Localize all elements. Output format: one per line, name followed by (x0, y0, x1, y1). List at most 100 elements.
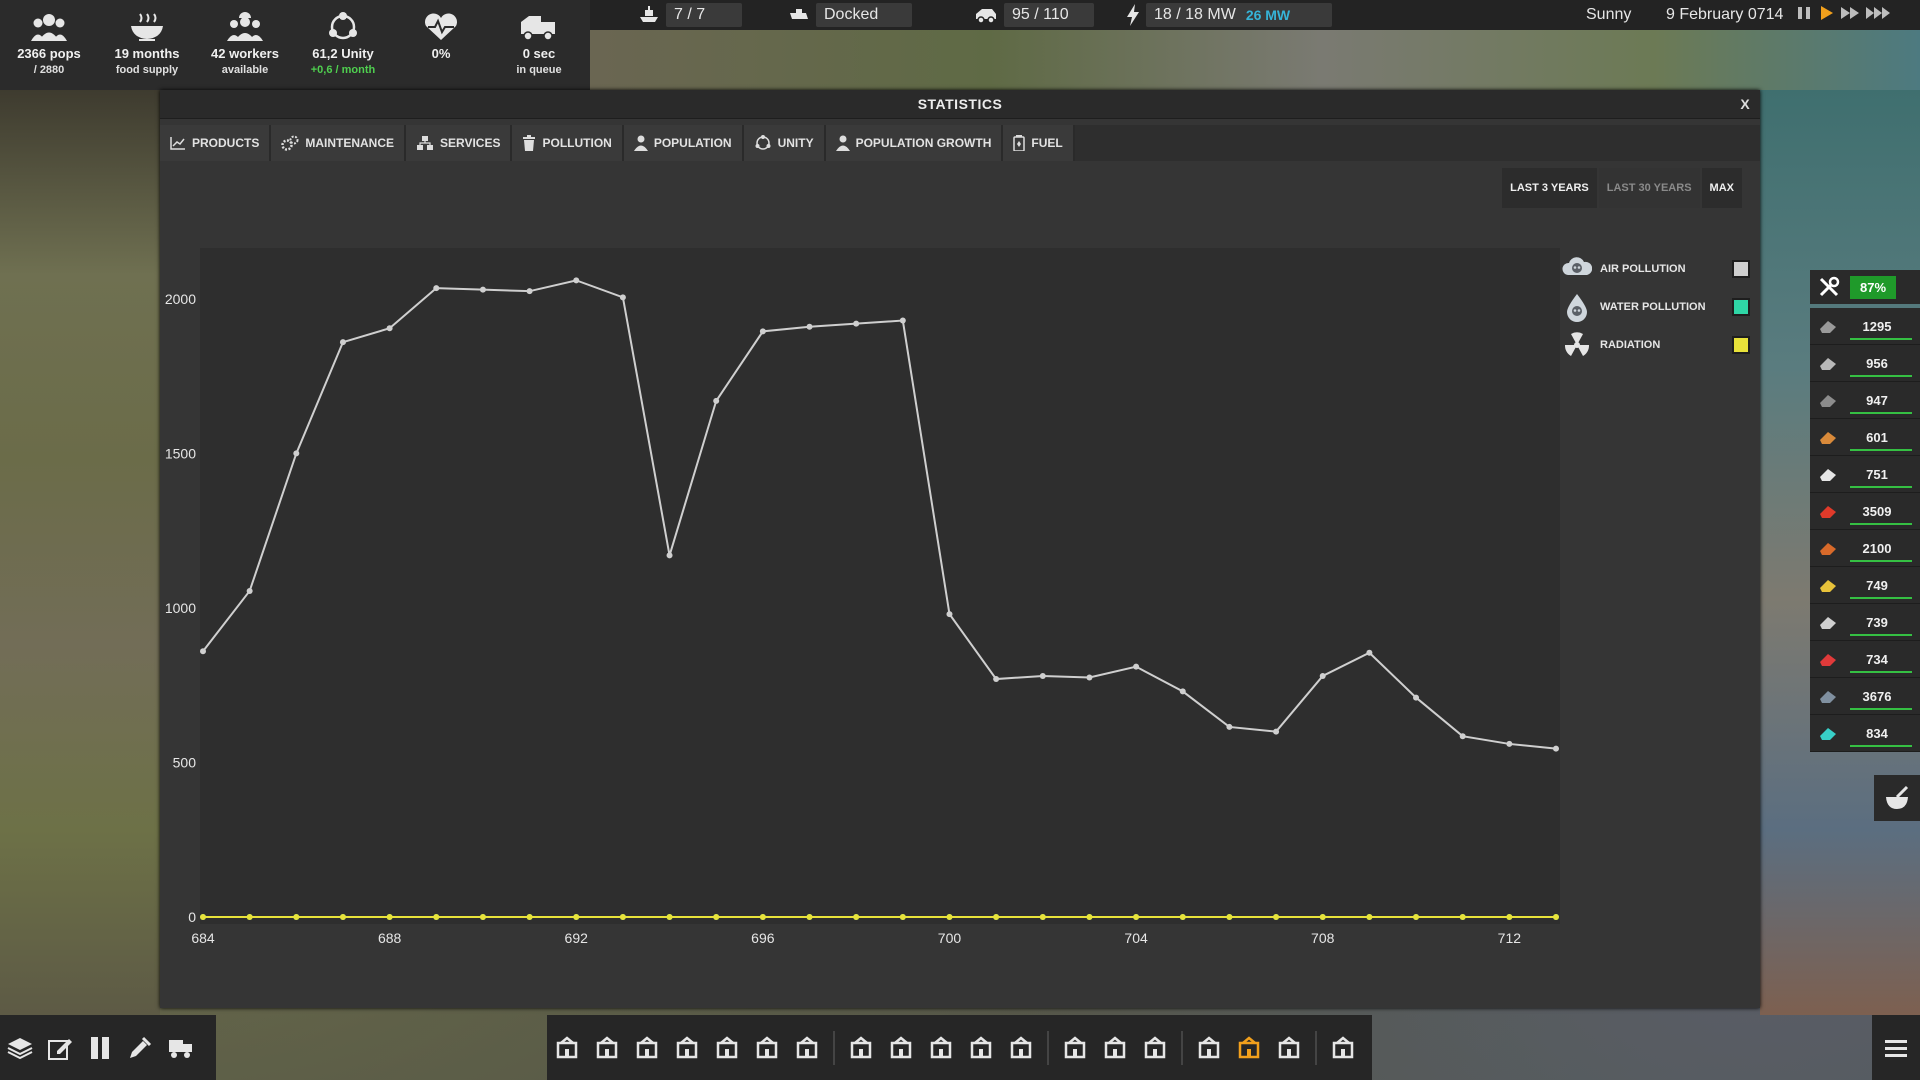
tab-services[interactable]: SERVICES (406, 125, 513, 161)
pause-icon[interactable] (82, 1028, 118, 1068)
resource-row[interactable]: 3509 (1810, 493, 1920, 530)
resource-level-bar (1850, 708, 1912, 710)
eyedropper-icon[interactable] (122, 1028, 158, 1068)
data-point (993, 676, 1000, 683)
resource-row[interactable]: 734 (1810, 641, 1920, 678)
pause-icon[interactable] (1796, 5, 1812, 26)
data-point (1273, 728, 1280, 735)
range-last-30-years-button[interactable]: LAST 30 YEARS (1598, 168, 1700, 208)
data-point (1039, 914, 1046, 920)
data-point (993, 914, 1000, 920)
rocket-icon[interactable] (1137, 1028, 1173, 1068)
toolbar-separator (833, 1030, 835, 1065)
resource-level-bar (1850, 449, 1912, 451)
factory2-icon[interactable] (923, 1028, 959, 1068)
date-indicator: 9 February 0714 (1666, 6, 1784, 23)
tower-icon[interactable] (549, 1028, 585, 1068)
ships-indicator[interactable]: 7 / 7 (638, 0, 742, 30)
dock-indicator[interactable]: Docked (788, 0, 912, 30)
resource-row[interactable]: 749 (1810, 567, 1920, 604)
fuel-icon[interactable] (749, 1028, 785, 1068)
tab-fuel[interactable]: FUEL (1003, 125, 1075, 161)
vehicles-indicator[interactable]: 95 / 110 (974, 0, 1094, 30)
x-tick-label: 684 (191, 930, 215, 946)
resource-row[interactable]: 834 (1810, 715, 1920, 752)
resource-row[interactable]: 2100 (1810, 530, 1920, 567)
toolbar-separator (1315, 1030, 1317, 1065)
layers-icon[interactable] (2, 1028, 38, 1068)
mail-icon[interactable] (1191, 1028, 1227, 1068)
data-point (479, 286, 486, 293)
tab-population[interactable]: POPULATION (623, 125, 744, 161)
resource-row[interactable]: 956 (1810, 345, 1920, 382)
stat-food[interactable]: 19 months food supply (98, 0, 196, 90)
transport-icon[interactable] (162, 1028, 198, 1068)
maintenance-indicator[interactable]: 87% (1810, 270, 1920, 304)
tab-maintenance[interactable]: MAINTENANCE (271, 125, 407, 161)
data-point (1039, 672, 1046, 679)
info-bar: 7 / 7 Docked 95 / 110 18 / 18 MW 26 MW S… (590, 0, 1920, 30)
data-point (1506, 740, 1513, 747)
data-point (386, 325, 393, 332)
play-icon[interactable] (1818, 5, 1834, 26)
resource-row[interactable]: 1295 (1810, 308, 1920, 345)
toolbar-separator (1047, 1030, 1049, 1065)
tab-pollution[interactable]: POLLUTION (512, 125, 624, 161)
resource-level-bar (1850, 671, 1912, 673)
storage-icon[interactable] (843, 1028, 879, 1068)
menu-icon[interactable] (1878, 1028, 1914, 1068)
legend-air-pollution[interactable]: AIR POLLUTION (1560, 250, 1750, 288)
settlement-icon[interactable] (1325, 1028, 1361, 1068)
stats-icon[interactable] (1231, 1028, 1267, 1068)
research-icon[interactable] (1271, 1028, 1307, 1068)
recycle-icon[interactable] (789, 1028, 825, 1068)
side-action-button[interactable] (1874, 775, 1920, 821)
stat-unity[interactable]: 61,2 Unity +0,6 / month (294, 0, 392, 90)
power-icon[interactable] (709, 1028, 745, 1068)
bottom-menu-segment (1872, 1015, 1920, 1080)
resource-row[interactable]: 739 (1810, 604, 1920, 641)
ship-icon[interactable] (1003, 1028, 1039, 1068)
data-point (759, 328, 766, 335)
power-indicator[interactable]: 18 / 18 MW 26 MW (1126, 0, 1332, 30)
resource-row[interactable]: 751 (1810, 456, 1920, 493)
fast-forward-icon[interactable] (1840, 5, 1860, 26)
legend-radiation[interactable]: RADIATION (1560, 326, 1750, 364)
resource-row[interactable]: 947 (1810, 382, 1920, 419)
resource-row[interactable]: 3676 (1810, 678, 1920, 715)
range-max-button[interactable]: MAX (1701, 168, 1742, 208)
tab-unity[interactable]: UNITY (743, 125, 826, 161)
edit-icon[interactable] (42, 1028, 78, 1068)
legend-water-pollution[interactable]: WATER POLLUTION (1560, 288, 1750, 326)
skull-cloud-icon (1560, 253, 1594, 285)
resource-row[interactable]: 601 (1810, 419, 1920, 456)
oil-icon[interactable] (669, 1028, 705, 1068)
y-tick-label: 0 (188, 909, 196, 925)
data-point (666, 552, 673, 559)
water-icon[interactable] (589, 1028, 625, 1068)
close-button[interactable]: X (1736, 94, 1754, 114)
data-point (759, 914, 766, 920)
farm-icon[interactable] (629, 1028, 665, 1068)
bulldozer-icon[interactable] (1097, 1028, 1133, 1068)
food-icon (1810, 533, 1846, 563)
y-tick-label: 1500 (165, 445, 196, 461)
stat-health[interactable]: 0% (392, 0, 490, 90)
ship-icon (640, 6, 658, 22)
services-icon (417, 136, 434, 150)
fastest-forward-icon[interactable] (1866, 5, 1890, 26)
resource-level-bar (1850, 412, 1912, 414)
tab-products[interactable]: PRODUCTS (160, 125, 272, 161)
data-point (526, 914, 533, 920)
excavator-icon[interactable] (1057, 1028, 1093, 1068)
resource-level-bar (1850, 560, 1912, 562)
range-last-3-years-button[interactable]: LAST 3 YEARS (1502, 168, 1597, 208)
plot-area (200, 248, 1560, 924)
stat-workers[interactable]: 42 workers available (196, 0, 294, 90)
tab-population-growth[interactable]: POPULATION GROWTH (825, 125, 1004, 161)
stat-population[interactable]: 2366 pops / 2880 (0, 0, 98, 90)
stat-truck-queue[interactable]: 0 sec in queue (490, 0, 588, 90)
warehouse-icon[interactable] (963, 1028, 999, 1068)
factory-icon[interactable] (883, 1028, 919, 1068)
x-tick-label: 700 (938, 930, 962, 946)
